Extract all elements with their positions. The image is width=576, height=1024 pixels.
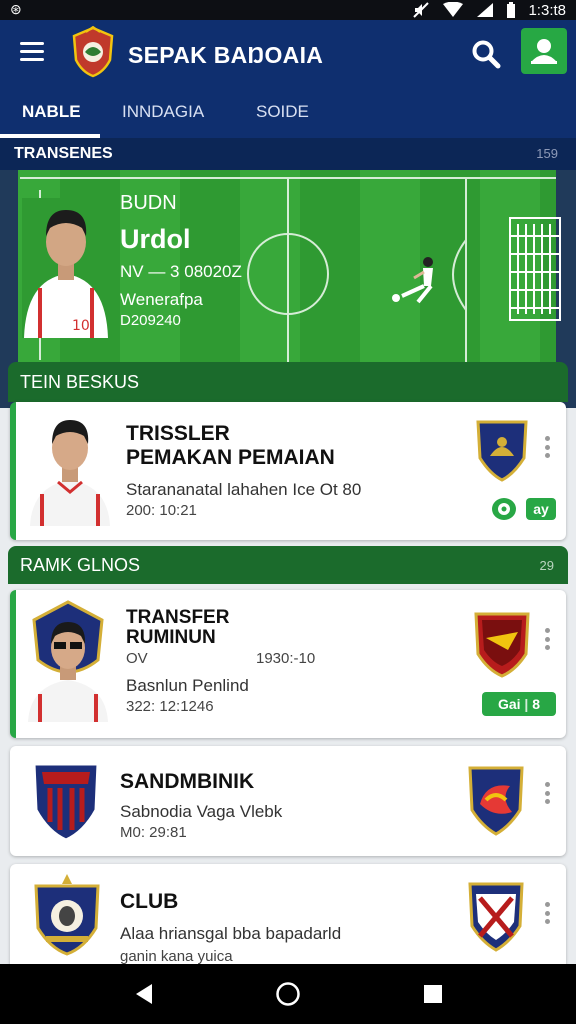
section-header-transfers: TRANSENES 159 bbox=[0, 138, 576, 170]
club-crest-icon bbox=[474, 612, 530, 678]
card-title-line1: TRANSFER bbox=[126, 607, 230, 628]
card-date: 200: 10:21 bbox=[126, 502, 197, 519]
recents-icon[interactable] bbox=[423, 984, 443, 1004]
wifi-icon bbox=[443, 2, 464, 17]
tab-soide[interactable]: SOIDE bbox=[256, 102, 309, 122]
hamburger-menu-icon[interactable] bbox=[20, 42, 44, 62]
club-card[interactable]: SANDMBINIK Sabnodia Vaga Vlebk M0: 29:81 bbox=[10, 746, 566, 856]
card-score-pill[interactable]: Gai | 8 bbox=[482, 692, 556, 716]
section-count: 159 bbox=[536, 146, 558, 161]
pill-value: 8 bbox=[532, 696, 541, 712]
club-card[interactable]: CLUB Alaa hriansgal bba bapadarld ganin … bbox=[10, 864, 566, 974]
system-nav-bar bbox=[0, 964, 576, 1024]
card-subtitle: Alaa hriansgal bba bapadarld bbox=[120, 924, 342, 943]
section-header-team: TEIN BESKUS bbox=[8, 362, 568, 402]
card-date: 322: 12:1246 bbox=[126, 698, 214, 715]
section-header-rank: RAMK GLNOS 29 bbox=[8, 546, 568, 584]
club-crest-icon bbox=[468, 766, 524, 836]
card-subtitle: Sabnodia Vaga Vlebk bbox=[120, 802, 283, 821]
pill-label: Gai bbox=[497, 696, 521, 712]
section-title: TRANSENES bbox=[14, 145, 113, 162]
signal-icon bbox=[477, 3, 494, 17]
card-more-menu-icon[interactable] bbox=[544, 782, 550, 804]
status-bar: ⊛ 1:3:t8 bbox=[0, 0, 576, 20]
card-title-line1: TRISSLER bbox=[126, 422, 230, 445]
battery-icon bbox=[507, 2, 516, 18]
card-more-menu-icon[interactable] bbox=[544, 436, 550, 458]
player-avatar bbox=[30, 420, 110, 526]
transfer-card[interactable]: TRISSLER PEMAKAN PEMAIAN Starananatal la… bbox=[10, 402, 566, 540]
status-icons: 1:3:t8 bbox=[412, 0, 566, 20]
card-title: CLUB bbox=[120, 890, 179, 913]
mute-icon bbox=[413, 2, 430, 18]
club-crest-icon bbox=[32, 762, 100, 842]
hero-line-2: Wenerafpa bbox=[120, 290, 203, 309]
club-crest-icon bbox=[468, 882, 524, 952]
club-crest-icon bbox=[476, 420, 528, 482]
crest-logo-icon[interactable] bbox=[70, 26, 116, 78]
search-icon[interactable] bbox=[470, 38, 502, 70]
hero-line-3: D209240 bbox=[120, 312, 181, 329]
card-badge[interactable]: ay bbox=[526, 498, 556, 520]
section-title: TEIN BESKUS bbox=[20, 372, 140, 392]
account-icon bbox=[531, 39, 557, 64]
soccer-ball-icon bbox=[498, 503, 510, 515]
card-more-menu-icon[interactable] bbox=[544, 628, 550, 650]
card-title-line2: RUMINUN bbox=[126, 627, 216, 648]
app-title: SEPAK BAŊOAIA bbox=[128, 42, 324, 68]
card-meta-right: 1930:-10 bbox=[256, 650, 316, 667]
section-count: 29 bbox=[539, 558, 554, 573]
card-subtitle: Basnlun Penlind bbox=[126, 676, 249, 695]
card-more-menu-icon[interactable] bbox=[544, 902, 550, 924]
svg-text:10: 10 bbox=[72, 318, 90, 334]
tab-inndagia[interactable]: INNDAGIA bbox=[122, 102, 204, 122]
card-subtitle: Starananatal lahahen Ice Ot 80 bbox=[126, 480, 362, 499]
account-button[interactable] bbox=[521, 28, 567, 74]
hero-line-1: NV — 3 08020Z bbox=[120, 262, 242, 281]
app-notification-icon: ⊛ bbox=[10, 1, 22, 17]
club-crest-icon bbox=[34, 874, 100, 956]
back-icon[interactable] bbox=[134, 983, 154, 1005]
card-date: M0: 29:81 bbox=[120, 824, 187, 841]
player-avatar bbox=[28, 600, 108, 722]
home-icon[interactable] bbox=[275, 981, 301, 1007]
hero-title: Urdol bbox=[120, 224, 191, 254]
tab-bar: NABLE INNDAGIA SOIDE bbox=[0, 88, 576, 138]
status-time: 1:3:t8 bbox=[528, 1, 566, 19]
app-bar: SEPAK BAŊOAIA bbox=[0, 20, 576, 88]
section-title: RAMK GLNOS bbox=[20, 555, 141, 575]
hero-player-name: BUDN bbox=[120, 192, 177, 214]
transfer-card[interactable]: TRANSFER RUMINUN OV 1930:-10 Basnlun Pen… bbox=[10, 590, 566, 738]
card-extra-text: ganin kana yuica bbox=[120, 948, 233, 965]
soccer-ball-badge[interactable] bbox=[492, 498, 516, 520]
tab-nable[interactable]: NABLE bbox=[22, 102, 81, 122]
card-meta-left: OV bbox=[126, 650, 148, 667]
card-title-line2: PEMAKAN PEMAIAN bbox=[126, 446, 335, 469]
card-title: SANDMBINIK bbox=[120, 770, 255, 793]
